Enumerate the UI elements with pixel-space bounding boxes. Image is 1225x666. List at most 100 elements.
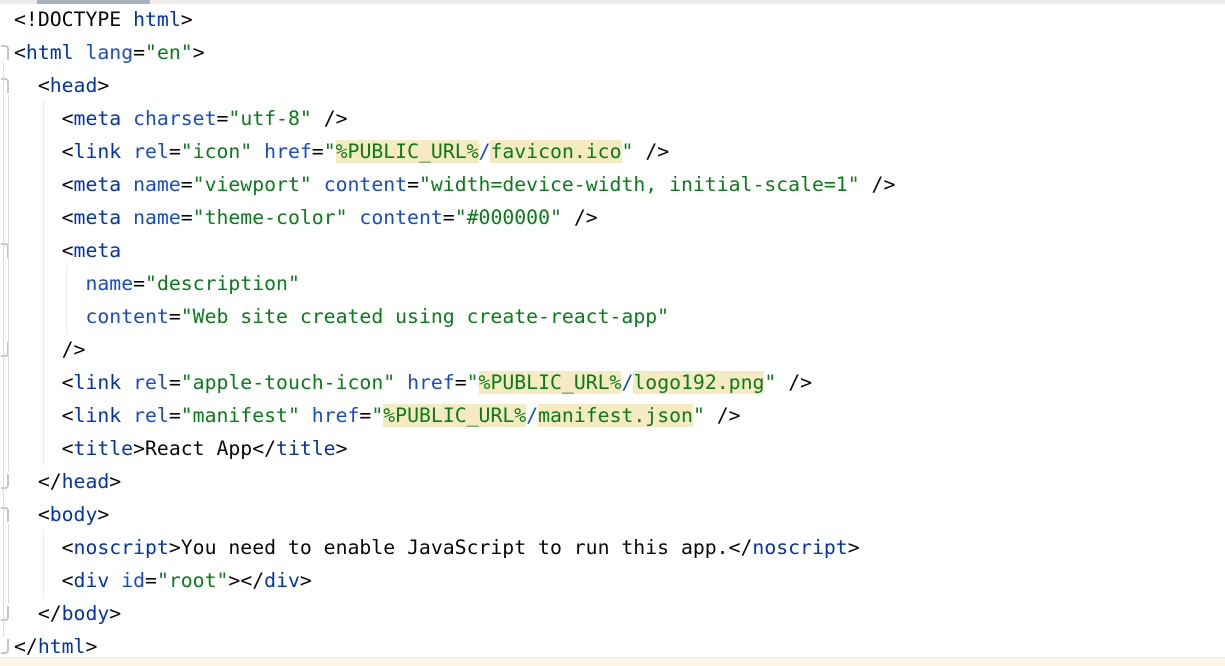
code-token: = [181,173,193,196]
code-token: id [121,569,145,592]
code-token: " [467,371,479,394]
code-token: charset [133,107,216,130]
code-line[interactable]: <meta charset="utf-8" /> [0,102,1225,135]
code-token: > [193,41,205,64]
code-token: / [526,404,538,427]
code-token: meta [74,107,122,130]
code-token: %PUBLIC_URL% [479,371,622,394]
code-token: meta [74,206,122,229]
code-token: link [74,404,122,427]
code-token: lang [85,41,133,64]
code-token: meta [74,239,122,262]
code-token [121,404,133,427]
code-line[interactable]: </body> [0,597,1225,630]
code-editor: <!DOCTYPE html><html lang="en"> <head> <… [0,0,1225,666]
code-line[interactable]: <meta name="viewport" content="width=dev… [0,168,1225,201]
code-token: link [74,140,122,163]
code-token: name [133,173,181,196]
code-token: /> [312,107,348,130]
code-token [74,41,86,64]
code-token: = [133,41,145,64]
code-line[interactable]: <link rel="apple-touch-icon" href="%PUBL… [0,366,1225,399]
code-token: = [407,173,419,196]
code-line[interactable]: <div id="root"></div> [0,564,1225,597]
code-line[interactable]: name="description" [0,267,1225,300]
code-line[interactable]: <html lang="en"> [0,36,1225,69]
code-token: meta [74,173,122,196]
code-line[interactable]: </head> [0,465,1225,498]
code-line[interactable]: <meta [0,234,1225,267]
code-token: = [169,305,181,328]
code-token: = [169,371,181,394]
code-token: rel [133,404,169,427]
indent-guide [43,102,44,465]
code-token: = [145,569,157,592]
code-token: " [764,371,776,394]
code-line[interactable]: /> [0,333,1225,366]
code-token: "root" [157,569,228,592]
code-token: > [85,635,97,658]
code-token: /> [776,371,812,394]
code-token: </ [14,602,62,625]
code-line[interactable]: <noscript>You need to enable JavaScript … [0,531,1225,564]
code-token: = [181,206,193,229]
code-token: / [479,140,491,163]
code-line[interactable]: <!DOCTYPE html> [0,3,1225,36]
code-token [300,404,312,427]
code-token: logo192.png [633,371,764,394]
code-token: </ [14,635,38,658]
code-token: /> [860,173,896,196]
code-token: > [109,470,121,493]
code-token: > [300,569,312,592]
code-token: < [14,503,50,526]
code-token: = [133,272,145,295]
code-token: You need to enable JavaScript to run thi… [181,536,729,559]
code-token: href [264,140,312,163]
code-token: React App [145,437,252,460]
code-token: name [85,272,133,295]
code-line[interactable]: content="Web site created using create-r… [0,300,1225,333]
code-token [121,206,133,229]
code-token: > [181,8,193,31]
code-token: "width=device-width, initial-scale=1" [419,173,860,196]
code-token: href [407,371,455,394]
code-token [121,107,133,130]
code-token: head [62,470,110,493]
code-token: html [38,635,86,658]
fold-region-line [8,95,9,471]
code-token: = [169,140,181,163]
fold-marker[interactable] [1,639,9,654]
code-line[interactable]: <head> [0,69,1225,102]
code-token [121,173,133,196]
code-token: "manifest" [181,404,300,427]
code-area[interactable]: <!DOCTYPE html><html lang="en"> <head> <… [0,3,1225,663]
code-token: </ [729,536,753,559]
code-token: "#000000" [455,206,562,229]
code-line[interactable]: <title>React App</title> [0,432,1225,465]
code-token: "utf-8" [228,107,311,130]
code-line[interactable]: <body> [0,498,1225,531]
code-token: </ [14,470,62,493]
code-token: > [336,437,348,460]
code-token: " [693,404,705,427]
code-token: <!DOCTYPE [14,8,133,31]
code-token: </ [252,437,276,460]
code-token [121,371,133,394]
code-token: > [848,536,860,559]
code-line[interactable]: <link rel="icon" href="%PUBLIC_URL%/favi… [0,135,1225,168]
fold-marker[interactable] [1,45,9,60]
code-token: / [621,371,633,394]
code-token: html [133,8,181,31]
code-token: < [14,74,50,97]
code-token: = [455,371,467,394]
code-token: "apple-touch-icon" [181,371,395,394]
indent-guide [66,267,67,333]
code-line[interactable]: <link rel="manifest" href="%PUBLIC_URL%/… [0,399,1225,432]
code-token: < [14,41,26,64]
code-token: = [216,107,228,130]
code-line[interactable]: <meta name="theme-color" content="#00000… [0,201,1225,234]
code-token [395,371,407,394]
code-token: = [359,404,371,427]
code-token: /> [14,338,85,361]
code-token: body [50,503,98,526]
